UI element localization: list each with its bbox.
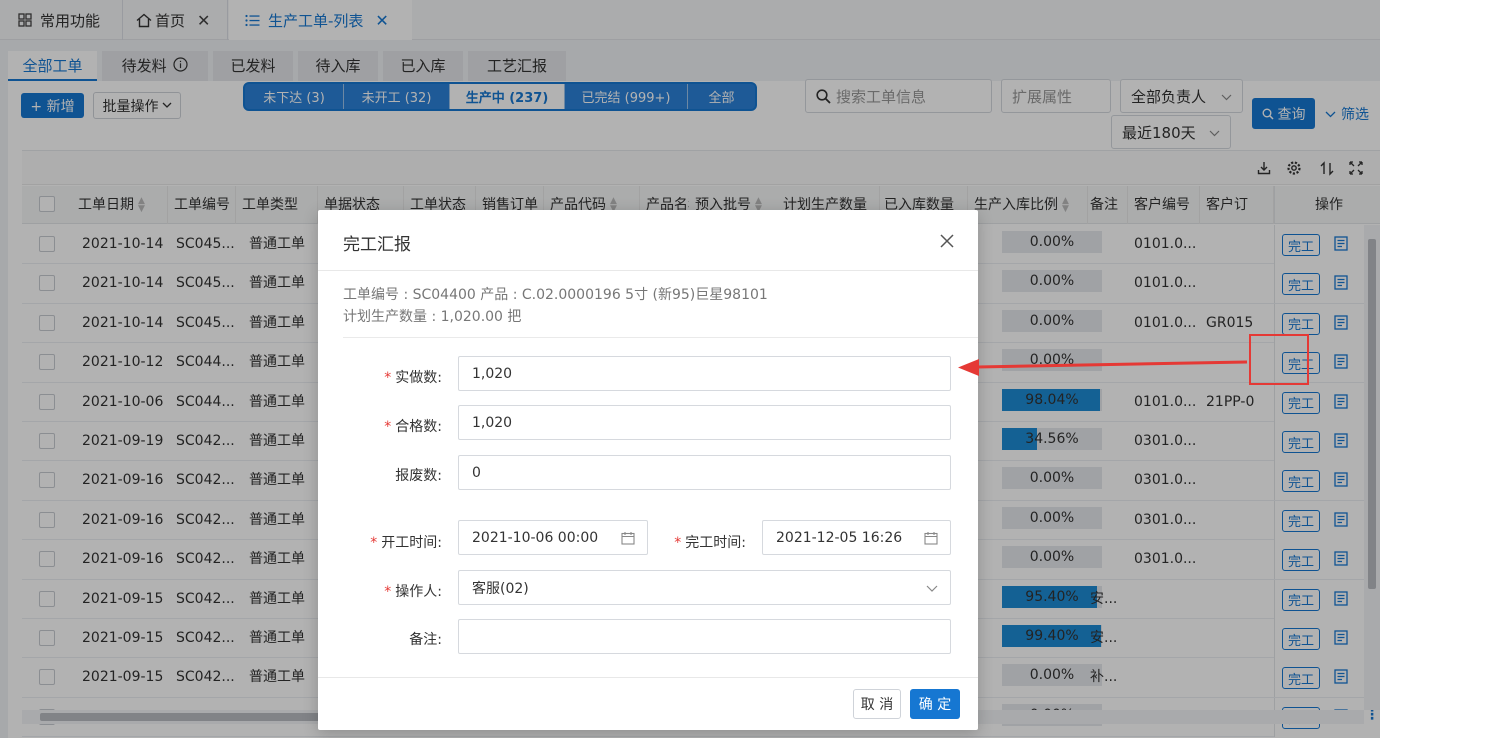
highlight-box: [1249, 334, 1309, 385]
required-mark: *: [384, 419, 392, 435]
operator-select[interactable]: 客服(02): [458, 570, 951, 605]
order-info-line: 工单编号 : SC04400 产品 : C.02.0000196 5寸 (新95…: [343, 287, 768, 303]
qualified-qty-input[interactable]: 1,020: [458, 405, 951, 440]
required-mark: *: [674, 535, 682, 551]
actual-qty-label: * 实做数:: [358, 367, 442, 387]
start-time-label-text: 开工时间:: [381, 535, 442, 551]
end-time-value: 2021-12-05 16:26: [776, 529, 903, 546]
confirm-button[interactable]: 确 定: [910, 689, 960, 719]
qualified-qty-label: * 合格数:: [358, 416, 442, 436]
scrap-qty-input[interactable]: 0: [458, 455, 951, 490]
scrap-qty-label: 报废数:: [395, 468, 442, 484]
start-time-picker[interactable]: 2021-10-06 00:00: [458, 520, 648, 555]
planned-qty-line: 计划生产数量 : 1,020.00 把: [343, 309, 522, 325]
actual-qty-label-text: 实做数:: [395, 370, 442, 386]
end-time-label-text: 完工时间:: [685, 535, 746, 551]
end-time-label: * 完工时间:: [658, 532, 746, 552]
calendar-icon[interactable]: [924, 531, 938, 545]
close-icon[interactable]: [938, 232, 956, 250]
remark-input[interactable]: [458, 619, 951, 654]
operator-label-text: 操作人:: [395, 584, 442, 600]
actual-qty-input[interactable]: 1,020: [458, 356, 951, 391]
start-time-label: * 开工时间:: [348, 532, 442, 552]
dialog-header: 完工汇报: [318, 210, 978, 271]
operator-value: 客服(02): [472, 580, 529, 597]
qualified-qty-label-text: 合格数:: [395, 419, 442, 435]
required-mark: *: [370, 535, 378, 551]
divider: [343, 337, 978, 338]
required-mark: *: [384, 584, 392, 600]
annotation-arrow: [958, 359, 1248, 376]
start-time-value: 2021-10-06 00:00: [472, 529, 599, 546]
operator-label: * 操作人:: [358, 581, 442, 601]
completion-report-dialog: 完工汇报 工单编号 : SC04400 产品 : C.02.0000196 5寸…: [318, 210, 978, 730]
required-mark: *: [384, 370, 392, 386]
calendar-icon[interactable]: [621, 531, 635, 545]
chevron-down-icon: [926, 580, 938, 596]
end-time-picker[interactable]: 2021-12-05 16:26: [762, 520, 951, 555]
dialog-footer: 取 消 确 定: [318, 677, 978, 730]
remark-label: 备注:: [409, 632, 442, 648]
cancel-button[interactable]: 取 消: [853, 689, 901, 719]
dialog-title: 完工汇报: [343, 235, 411, 255]
